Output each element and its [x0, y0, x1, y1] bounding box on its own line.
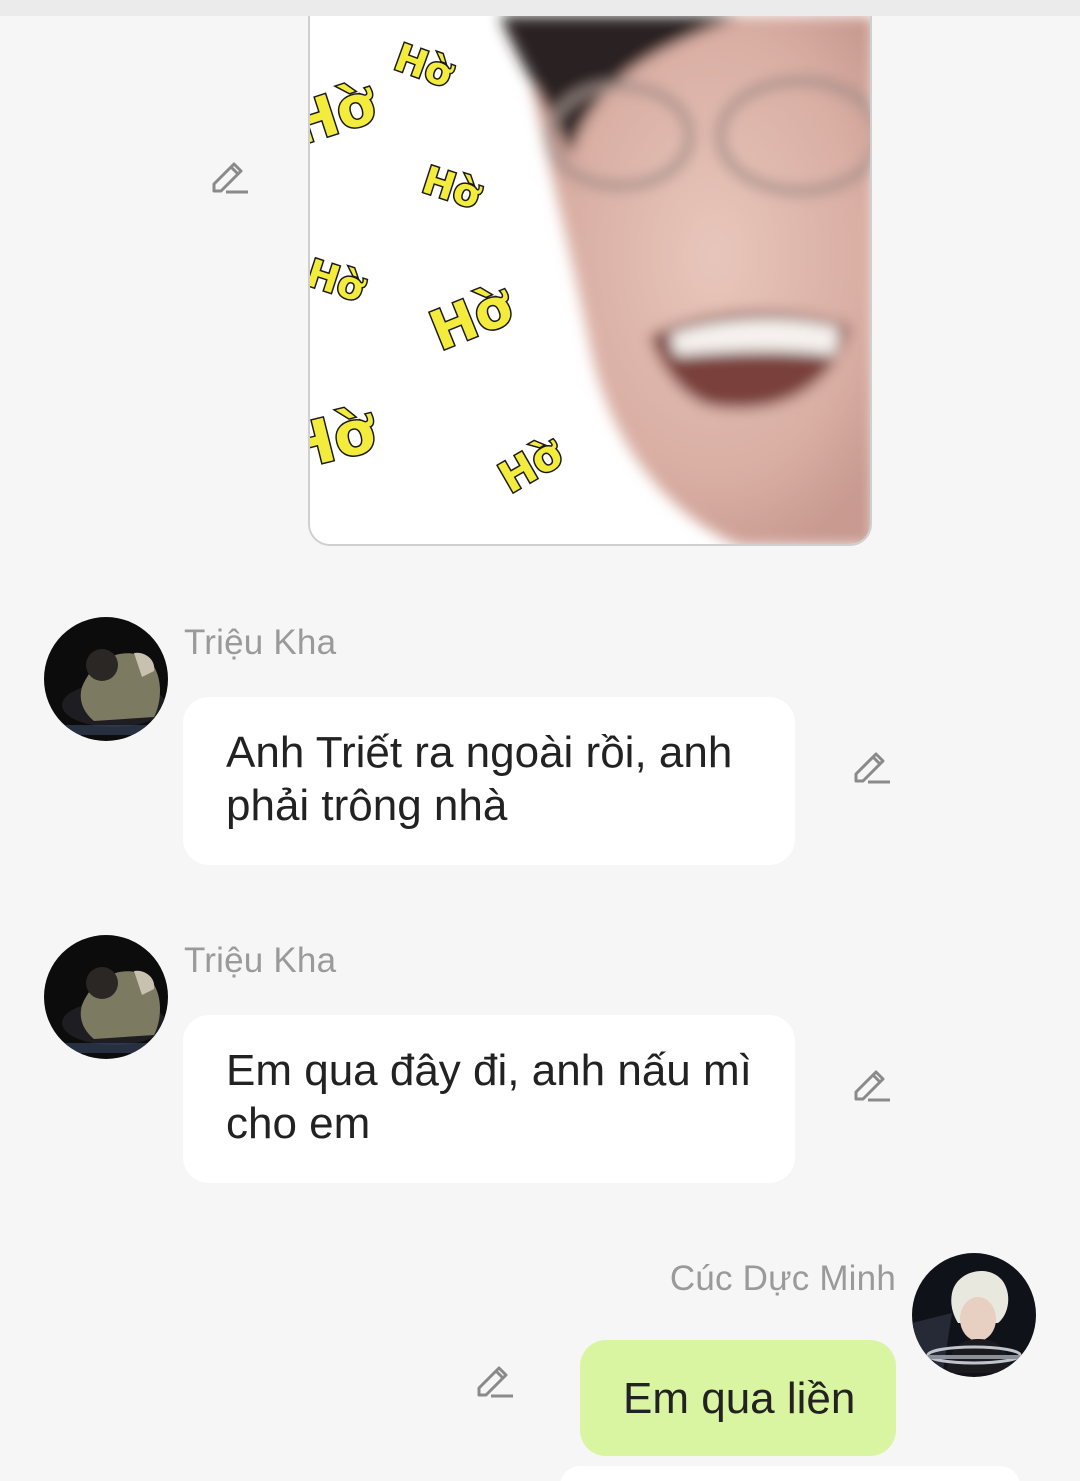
edit-icon[interactable] — [473, 1358, 517, 1402]
edit-icon[interactable] — [208, 154, 252, 198]
edit-icon[interactable] — [850, 744, 894, 788]
message-text: Anh Triết ra ngoài rồi, anh — [226, 728, 733, 777]
avatar[interactable] — [44, 935, 168, 1059]
sender-name: Triệu Kha — [184, 941, 337, 980]
edit-icon[interactable] — [850, 1062, 894, 1106]
sender-name: Cúc Dực Minh — [669, 1259, 896, 1298]
message-text: Em qua đây đi, anh nấu mì — [226, 1046, 752, 1095]
message-text: phải trông nhà — [226, 781, 508, 830]
message-bubble-incoming[interactable]: Em qua đây đi, anh nấu mì cho em — [183, 1015, 795, 1183]
avatar[interactable] — [44, 617, 168, 741]
next-message-bubble-partial — [560, 1466, 1020, 1481]
sender-name: Triệu Kha — [184, 623, 337, 662]
top-bar-edge — [0, 0, 1080, 16]
chat-screen: Hờ Hờ Hờ Hờ Hờ Hờ Hờ Triệu Kha Anh Triết… — [0, 0, 1080, 1481]
message-bubble-outgoing[interactable]: Em qua liền — [580, 1340, 896, 1456]
sticker-image[interactable]: Hờ Hờ Hờ Hờ Hờ Hờ Hờ — [308, 16, 872, 546]
message-text: cho em — [226, 1099, 371, 1148]
message-bubble-incoming[interactable]: Anh Triết ra ngoài rồi, anh phải trông n… — [183, 697, 795, 865]
message-text: Em qua liền — [623, 1374, 856, 1423]
avatar[interactable] — [912, 1253, 1036, 1377]
